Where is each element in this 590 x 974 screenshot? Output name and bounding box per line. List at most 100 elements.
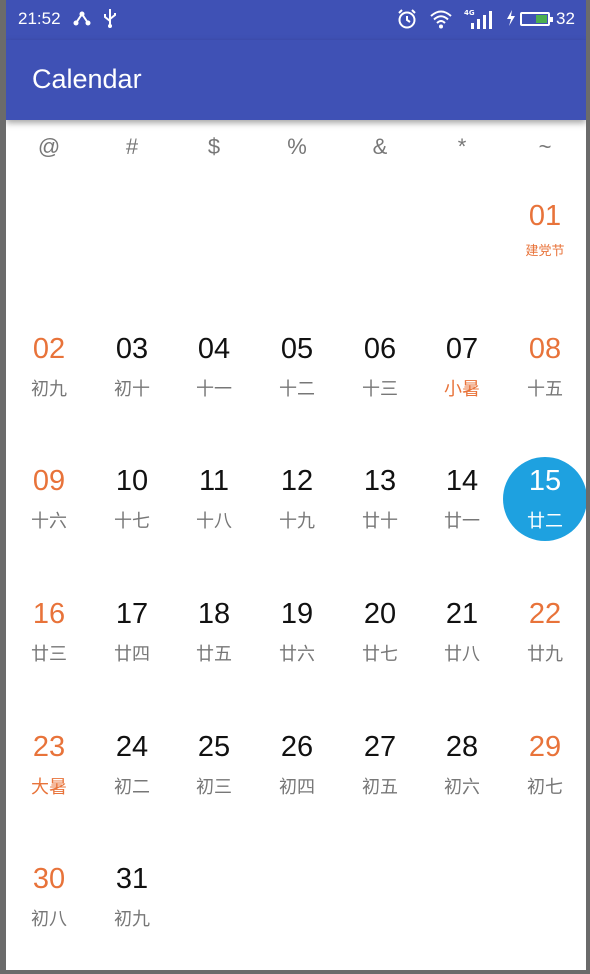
calendar-day-selected[interactable]: 15 廿二 xyxy=(503,457,586,565)
festival-label: 建党节 xyxy=(525,244,565,259)
calendar-day[interactable]: 09 十六 xyxy=(8,465,90,565)
day-number: 06 xyxy=(363,333,397,365)
day-number: 22 xyxy=(528,598,562,630)
lunar-date: 初九 xyxy=(31,379,67,400)
day-number: 08 xyxy=(528,333,562,365)
share-icon xyxy=(72,8,92,33)
calendar-day[interactable]: 31 初九 xyxy=(91,863,173,963)
day-number: 25 xyxy=(197,731,231,763)
battery-percent: 32 xyxy=(556,9,575,28)
weekday-label: & xyxy=(372,134,388,159)
day-number: 27 xyxy=(363,731,397,763)
calendar-day[interactable]: 10 十七 xyxy=(91,465,173,565)
lunar-date: 十九 xyxy=(279,511,315,532)
calendar-day[interactable]: 24 初二 xyxy=(91,731,173,831)
day-number: 14 xyxy=(445,465,479,497)
day-number: 10 xyxy=(115,465,149,497)
calendar-day[interactable]: 14 廿一 xyxy=(421,465,503,565)
day-number: 12 xyxy=(280,465,314,497)
calendar-day[interactable]: 19 廿六 xyxy=(256,598,338,698)
day-number: 13 xyxy=(363,465,397,497)
calendar-day[interactable]: 22 廿九 xyxy=(504,598,586,698)
calendar-day[interactable]: 04 十一 xyxy=(173,333,255,433)
signal-icon xyxy=(471,11,492,29)
day-number: 09 xyxy=(32,465,66,497)
calendar-day[interactable]: 30 初八 xyxy=(8,863,90,963)
lunar-date: 初五 xyxy=(362,777,398,798)
lunar-date: 廿十 xyxy=(362,511,398,532)
calendar-day[interactable]: 27 初五 xyxy=(339,731,421,831)
weekday-label: # xyxy=(125,134,139,159)
calendar-day[interactable]: 08 十五 xyxy=(504,333,586,433)
calendar-day[interactable]: 29 初七 xyxy=(504,731,586,831)
lunar-date: 廿八 xyxy=(444,644,480,665)
day-number: 18 xyxy=(197,598,231,630)
day-number: 21 xyxy=(445,598,479,630)
calendar-day[interactable]: 12 十九 xyxy=(256,465,338,565)
weekday-label: $ xyxy=(207,134,221,159)
solar-term-label: 小暑 xyxy=(444,379,480,400)
calendar-day[interactable]: 28 初六 xyxy=(421,731,503,831)
app-title: Calendar xyxy=(32,64,142,94)
lunar-date: 初四 xyxy=(279,777,315,798)
day-number: 30 xyxy=(32,863,66,895)
day-number: 15 xyxy=(528,465,562,497)
lunar-date: 廿一 xyxy=(444,511,480,532)
calendar-day[interactable]: 03 初十 xyxy=(91,333,173,433)
calendar-day[interactable]: 13 廿十 xyxy=(339,465,421,565)
app-window: 21:52 4G 32 Calendar @ # $% & * ~ 01 建党节 02 初九 03… xyxy=(6,0,586,970)
day-number: 11 xyxy=(198,465,230,497)
lunar-date: 十七 xyxy=(114,511,150,532)
day-number: 05 xyxy=(280,333,314,365)
status-time: 21:52 xyxy=(18,9,61,28)
calendar-day[interactable]: 06 十三 xyxy=(339,333,421,433)
weekday-label: @ xyxy=(37,134,61,159)
app-bar: Calendar xyxy=(6,40,586,120)
calendar-day[interactable]: 23 大暑 xyxy=(8,731,90,831)
weekday-label: * xyxy=(457,134,467,159)
calendar-day[interactable]: 18 廿五 xyxy=(173,598,255,698)
weekday-label: ~ xyxy=(538,134,552,159)
day-number: 07 xyxy=(445,333,479,365)
calendar-day[interactable]: 02 初九 xyxy=(8,333,90,433)
day-number: 31 xyxy=(115,863,149,895)
calendar-day[interactable]: 17 廿四 xyxy=(91,598,173,698)
solar-term-label: 大暑 xyxy=(31,777,67,798)
wifi-icon xyxy=(430,10,452,29)
calendar-day[interactable]: 07 小暑 xyxy=(421,333,503,433)
day-number: 26 xyxy=(280,731,314,763)
day-number: 03 xyxy=(115,333,149,365)
day-number: 24 xyxy=(115,731,149,763)
lunar-date: 初十 xyxy=(114,379,150,400)
lunar-date: 十二 xyxy=(279,379,315,400)
day-number: 16 xyxy=(32,598,66,630)
calendar-day[interactable]: 01 建党节 xyxy=(504,200,586,300)
day-number: 01 xyxy=(528,200,562,232)
calendar-day[interactable]: 25 初三 xyxy=(173,731,255,831)
lunar-date: 廿七 xyxy=(362,644,398,665)
calendar-day[interactable]: 26 初四 xyxy=(256,731,338,831)
day-number: 02 xyxy=(32,333,66,365)
usb-icon xyxy=(102,8,118,33)
lunar-date: 十八 xyxy=(196,511,232,532)
lunar-date: 廿九 xyxy=(527,644,563,665)
charging-icon xyxy=(506,8,516,33)
lunar-date: 廿六 xyxy=(279,644,315,665)
lunar-date: 初三 xyxy=(196,777,232,798)
lunar-date: 廿四 xyxy=(114,644,150,665)
day-number: 23 xyxy=(32,731,66,763)
calendar-day[interactable]: 16 廿三 xyxy=(8,598,90,698)
weekday-header: @ # $% & * ~ xyxy=(6,128,586,168)
day-number: 28 xyxy=(445,731,479,763)
calendar-day[interactable]: 20 廿七 xyxy=(339,598,421,698)
day-number: 19 xyxy=(280,598,314,630)
day-number: 29 xyxy=(528,731,562,763)
lunar-date: 十五 xyxy=(527,379,563,400)
lunar-date: 十三 xyxy=(362,379,398,400)
calendar-day[interactable]: 05 十二 xyxy=(256,333,338,433)
lunar-date: 廿二 xyxy=(527,511,563,532)
calendar-day[interactable]: 21 廿八 xyxy=(421,598,503,698)
lunar-date: 十六 xyxy=(31,511,67,532)
calendar-day[interactable]: 11 十八 xyxy=(173,465,255,565)
alarm-icon xyxy=(396,8,418,35)
